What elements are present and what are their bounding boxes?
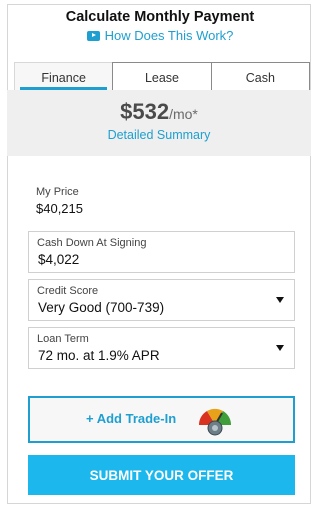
- submit-offer-button[interactable]: SUBMIT YOUR OFFER: [28, 455, 295, 495]
- chevron-down-icon: [276, 297, 284, 303]
- cash-down-value: $4,022: [38, 252, 80, 267]
- price-unit: /mo*: [169, 106, 198, 122]
- chevron-down-icon: [276, 345, 284, 351]
- loan-term-select[interactable]: Loan Term 72 mo. at 1.9% APR: [28, 327, 295, 369]
- page-title: Calculate Monthly Payment: [65, 9, 255, 25]
- loan-term-label: Loan Term: [37, 333, 89, 345]
- my-price-label: My Price: [36, 186, 79, 198]
- payment-summary: $532/mo* Detailed Summary: [7, 90, 311, 156]
- cash-down-label: Cash Down At Signing: [37, 237, 147, 249]
- credit-score-select[interactable]: Credit Score Very Good (700-739): [28, 279, 295, 321]
- how-does-this-work-link[interactable]: How Does This Work?: [0, 28, 320, 43]
- add-trade-in-button[interactable]: + Add Trade-In: [28, 396, 295, 443]
- credit-score-value: Very Good (700-739): [38, 300, 165, 315]
- detailed-summary-link[interactable]: Detailed Summary: [7, 128, 311, 142]
- loan-term-value: 72 mo. at 1.9% APR: [38, 348, 160, 363]
- monthly-price: $532: [120, 99, 170, 124]
- my-price-value: $40,215: [36, 201, 83, 216]
- add-trade-in-label: + Add Trade-In: [86, 411, 177, 426]
- trade-in-gauge-icon: [198, 408, 232, 436]
- credit-score-label: Credit Score: [37, 285, 99, 297]
- cash-down-field[interactable]: Cash Down At Signing $4,022: [28, 231, 295, 273]
- play-video-icon: [86, 30, 100, 41]
- how-link-label: How Does This Work?: [104, 28, 234, 43]
- my-price-field: My Price $40,215: [36, 186, 83, 216]
